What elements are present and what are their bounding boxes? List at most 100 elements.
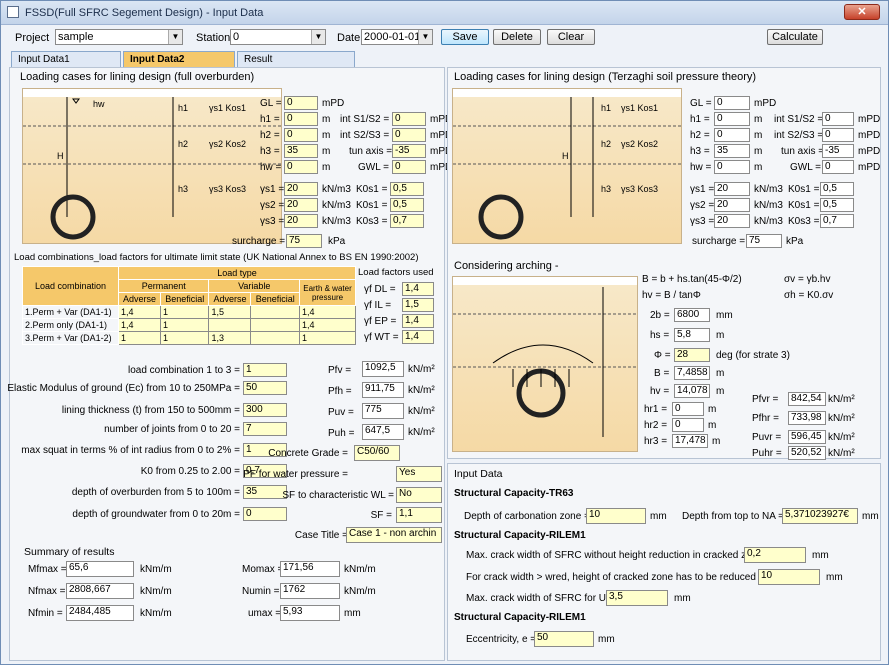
field-unit: m [322,162,331,173]
eccentricity-input[interactable]: 50 [534,631,594,647]
pr-unit: kN/m² [828,448,855,459]
gwl-input[interactable]: 0 [392,160,426,174]
lining-thickness-input[interactable]: 300 [243,403,287,417]
h1-input[interactable]: 0 [714,112,750,126]
h1-input[interactable]: 0 [284,112,318,126]
chevron-down-icon[interactable]: ▼ [418,30,432,44]
hs-input[interactable]: 5,8 [674,328,710,342]
int-s1s2-input[interactable]: 0 [392,112,426,126]
lc-cell[interactable]: 1,3 [208,331,252,345]
gs1-input[interactable]: 20 [714,182,750,196]
gwl-input[interactable]: 0 [822,160,854,174]
lc-cell[interactable] [250,305,300,319]
phi-input[interactable]: 28 [674,348,710,362]
joints-input[interactable]: 7 [243,422,287,436]
clear-button[interactable]: Clear [547,29,595,45]
station-select[interactable]: 0 ▼ [230,29,326,45]
tun-axis-input[interactable]: -35 [392,144,426,158]
overburden-input[interactable]: 35 [243,485,287,499]
case-title-input[interactable]: Case 1 - non archin [346,527,442,543]
concrete-grade-select[interactable]: C50/60 [354,445,400,461]
int-s2s3-input[interactable]: 0 [392,128,426,142]
carbonation-input[interactable]: 10 [586,508,646,524]
h2-input[interactable]: 0 [284,128,318,142]
lf-il-input[interactable]: 1,5 [402,298,434,312]
k0s2-input[interactable]: 0,5 [820,198,854,212]
hw-input[interactable]: 0 [714,160,750,174]
gl-input[interactable]: 0 [714,96,750,110]
close-button[interactable]: ✕ [844,4,880,20]
lc-cell[interactable]: 1 [299,331,356,345]
summary-unit: kNm/m [140,564,172,575]
lc-cell[interactable]: 1 [159,331,210,345]
lc-cell[interactable] [250,318,300,332]
gl-input[interactable]: 0 [284,96,318,110]
chevron-down-icon[interactable]: ▼ [311,30,325,44]
field-label: K0s1 = [788,200,820,211]
lc-cell[interactable]: 1 [118,331,161,345]
hr1-output: 0 [672,402,704,416]
lc-cell[interactable]: 1,4 [118,318,161,332]
2b-input[interactable]: 6800 [674,308,710,322]
calculate-button[interactable]: Calculate [767,29,823,45]
lf-dl-input[interactable]: 1,4 [402,282,434,296]
lf-ep-input[interactable]: 1,4 [402,314,434,328]
tab-input-data2[interactable]: Input Data2 [123,51,235,67]
h3-input[interactable]: 35 [284,144,318,158]
sf-wl-select[interactable]: No [396,487,442,503]
gs2-input[interactable]: 20 [714,198,750,212]
load-combination-input[interactable]: 1 [243,363,287,377]
k0s2-input[interactable]: 0,5 [390,198,424,212]
surcharge-input[interactable]: 75 [746,234,782,248]
lc-head-ben: Beneficial [250,292,300,306]
lc-cell[interactable]: 1,4 [118,305,161,319]
save-button[interactable]: Save [441,29,489,45]
formula-text: hv = B / tanΦ [642,290,701,301]
lc-cell[interactable]: 1,5 [208,305,252,319]
groundwater-input[interactable]: 0 [243,507,287,521]
tun-axis-input[interactable]: -35 [822,144,854,158]
h2-input[interactable]: 0 [714,128,750,142]
lf-label: γf IL = [364,300,392,311]
arch-label: hv = [650,386,670,397]
crack-uls-input[interactable]: 3,5 [606,590,668,606]
dim-h3: h3 [178,184,189,194]
lc-cell[interactable]: 1,4 [299,305,356,319]
elastic-modulus-input[interactable]: 50 [243,381,287,395]
chevron-down-icon[interactable]: ▼ [168,30,182,44]
gs3-input[interactable]: 20 [284,214,318,228]
h3-input[interactable]: 35 [714,144,750,158]
puv-output: 775 [362,403,404,419]
crack-width-input[interactable]: 0,2 [744,547,806,563]
k0s1-input[interactable]: 0,5 [390,182,424,196]
hr-label: hr1 = [644,404,668,415]
gs1-input[interactable]: 20 [284,182,318,196]
k0s3-input[interactable]: 0,7 [820,214,854,228]
sf-label: SF = [370,510,392,521]
sf-input[interactable]: 1,1 [396,507,442,523]
k0s1-input[interactable]: 0,5 [820,182,854,196]
gs3-input[interactable]: 20 [714,214,750,228]
surcharge-input[interactable]: 75 [286,234,322,248]
arch-title: Considering arching - [454,260,559,272]
project-select[interactable]: sample ▼ [55,29,183,45]
lc-cell[interactable] [250,331,300,345]
lc-cell[interactable]: 1 [159,305,210,319]
int-s2s3-input[interactable]: 0 [822,128,854,142]
delete-button[interactable]: Delete [493,29,541,45]
int-s1s2-input[interactable]: 0 [822,112,854,126]
k0s3-input[interactable]: 0,7 [390,214,424,228]
crack-reduction-input[interactable]: 10 [758,569,820,585]
tab-input-data1[interactable]: Input Data1 [11,51,121,67]
lc-cell[interactable]: 1,4 [299,318,356,332]
tab-result[interactable]: Result [237,51,355,67]
lf-wt-input[interactable]: 1,4 [402,330,434,344]
gs2-input[interactable]: 20 [284,198,318,212]
lc-cell[interactable] [208,318,252,332]
pfh-output: 911,75 [362,382,404,398]
hw-input[interactable]: 0 [284,160,318,174]
field-label: γs3 = [690,216,715,227]
date-picker[interactable]: 2000-01-01 ▼ [361,29,433,45]
lc-cell[interactable]: 1 [159,318,210,332]
pf-water-select[interactable]: Yes [396,466,442,482]
